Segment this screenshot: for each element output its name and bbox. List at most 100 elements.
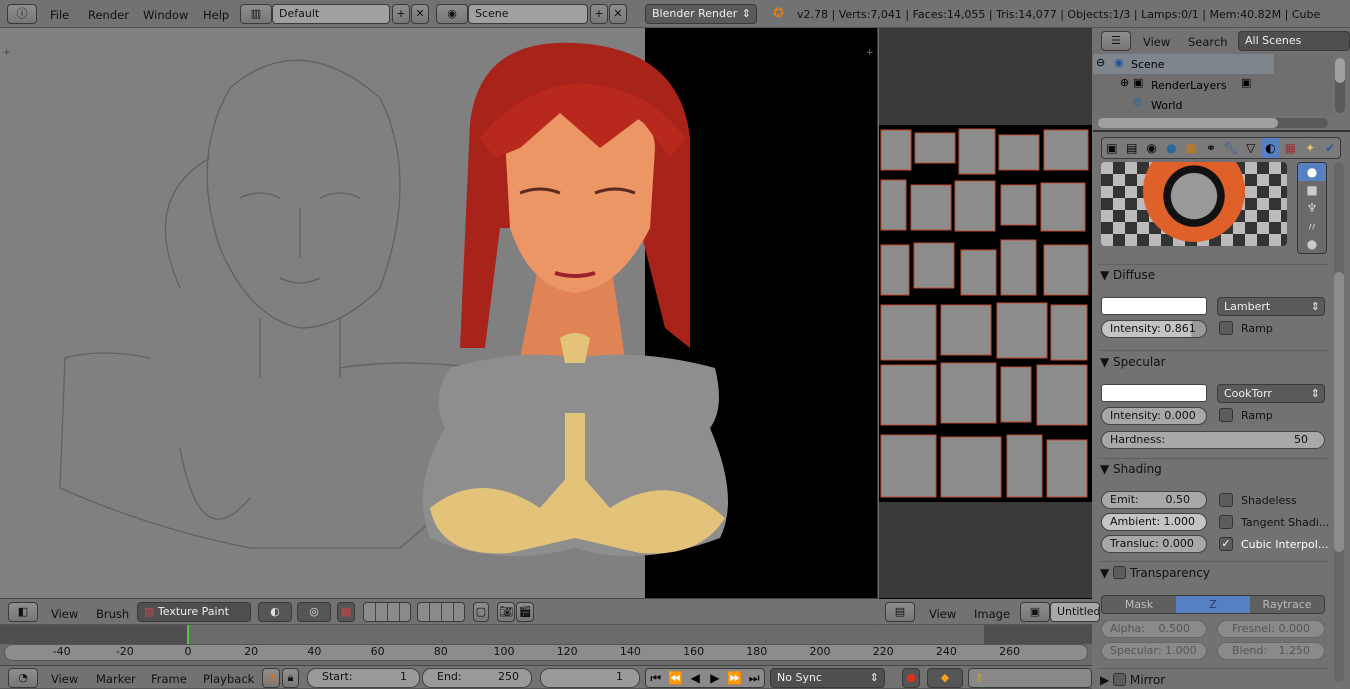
specular-alpha-slider[interactable]: Specular: 1.000 bbox=[1101, 642, 1207, 660]
timeline[interactable] bbox=[0, 625, 1092, 665]
diffuse-intensity-slider[interactable]: Intensity: 0.861 bbox=[1101, 320, 1207, 338]
corner-plus-icon[interactable]: + bbox=[3, 48, 11, 58]
modifier-icon[interactable]: 🔧︎ bbox=[1221, 138, 1241, 158]
image-menu-image[interactable]: Image bbox=[974, 607, 1010, 621]
diffuse-panel-header[interactable]: ▼ Diffuse bbox=[1100, 268, 1328, 282]
render-still-icon[interactable]: 📷︎ bbox=[497, 602, 515, 622]
specular-panel-header[interactable]: ▼ Specular bbox=[1100, 355, 1328, 369]
lock-icon[interactable]: 🔒︎ bbox=[282, 668, 299, 688]
mirror-panel-header[interactable]: ▶ Mirror bbox=[1100, 673, 1328, 687]
viewport-menu-view[interactable]: View bbox=[51, 607, 78, 621]
jump-end-icon[interactable]: ⏭ bbox=[744, 669, 764, 687]
layers-grid-1[interactable] bbox=[363, 602, 411, 622]
ambient-slider[interactable]: Ambient: 1.000 bbox=[1101, 513, 1207, 531]
diffuse-color-swatch[interactable] bbox=[1101, 297, 1207, 315]
physics-icon[interactable]: ✔ bbox=[1320, 138, 1340, 158]
jump-start-icon[interactable]: ⏮ bbox=[646, 669, 666, 687]
info-editor-type-button[interactable]: ⓘ bbox=[7, 4, 37, 24]
shading-panel-header[interactable]: ▼ Shading bbox=[1100, 462, 1328, 476]
render-icon[interactable]: ▣ bbox=[1102, 138, 1122, 158]
corner-plus-icon[interactable]: + bbox=[866, 48, 874, 58]
current-frame-indicator[interactable] bbox=[187, 625, 189, 644]
timeline-menu-playback[interactable]: Playback bbox=[203, 672, 254, 686]
menu-render[interactable]: Render bbox=[88, 8, 129, 22]
play-reverse-icon[interactable]: ◀ bbox=[685, 669, 705, 687]
texture-icon[interactable]: ▦ bbox=[1280, 138, 1300, 158]
keying-set-select[interactable]: ◆ bbox=[927, 668, 963, 688]
diffuse-ramp-checkbox[interactable] bbox=[1219, 321, 1233, 335]
alpha-slider[interactable]: Alpha: 0.500 bbox=[1101, 620, 1207, 638]
mirror-checkbox[interactable] bbox=[1113, 673, 1127, 686]
image-editor-type-button[interactable]: ▤ bbox=[885, 602, 915, 622]
menu-help[interactable]: Help bbox=[203, 8, 229, 22]
add-scene-button[interactable]: + bbox=[590, 4, 608, 24]
object-icon[interactable]: ■ bbox=[1181, 138, 1201, 158]
particles-icon[interactable]: ✦ bbox=[1300, 138, 1320, 158]
sphere-preview-icon[interactable]: ● bbox=[1298, 163, 1326, 181]
transluc-slider[interactable]: Transluc: 0.000 bbox=[1101, 535, 1207, 553]
emit-field[interactable]: Emit: 0.50 bbox=[1101, 491, 1207, 509]
outliner-menu-view[interactable]: View bbox=[1143, 35, 1170, 49]
timeline-menu-frame[interactable]: Frame bbox=[151, 672, 187, 686]
properties-scrollbar[interactable] bbox=[1334, 162, 1344, 682]
layout-field[interactable]: Default bbox=[272, 4, 390, 24]
hair-preview-icon[interactable]: 〃 bbox=[1298, 217, 1326, 235]
sync-select[interactable]: No Sync ⇕ bbox=[770, 668, 885, 688]
specular-color-swatch[interactable] bbox=[1101, 384, 1207, 402]
mode-mask-button[interactable]: Mask bbox=[1102, 596, 1176, 613]
outliner-filter-select[interactable]: All Scenes bbox=[1238, 31, 1350, 51]
material-icon[interactable]: ◐ bbox=[1260, 138, 1281, 158]
transparency-checkbox[interactable] bbox=[1113, 566, 1127, 579]
record-button[interactable]: ● bbox=[902, 668, 920, 688]
end-frame-field[interactable]: End: 250 bbox=[422, 668, 532, 688]
image-browse-button[interactable]: ▣ bbox=[1020, 602, 1050, 622]
mask-icon[interactable]: ▦ bbox=[337, 602, 355, 622]
outliner-item-renderlayers[interactable]: ⊕ ▣ RenderLayers ▣ bbox=[1093, 74, 1274, 94]
menu-window[interactable]: Window bbox=[143, 8, 188, 22]
outliner-item-scene[interactable]: ⊖ ◉ Scene bbox=[1093, 54, 1274, 74]
remove-layout-button[interactable]: ✕ bbox=[411, 4, 429, 24]
pivot-select[interactable]: ◎ bbox=[297, 602, 331, 622]
add-layout-button[interactable]: + bbox=[392, 4, 410, 24]
specular-shader-select[interactable]: CookTorr ⇕ bbox=[1217, 384, 1325, 403]
keying-set-field[interactable]: ⚷ bbox=[968, 668, 1092, 688]
play-icon[interactable]: ▶ bbox=[705, 669, 725, 687]
constraints-icon[interactable]: ⚭ bbox=[1201, 138, 1221, 158]
data-icon[interactable]: ▽ bbox=[1241, 138, 1261, 158]
scene-icon[interactable]: ◉ bbox=[1142, 138, 1162, 158]
timeline-editor-type-button[interactable]: ◔ bbox=[8, 668, 38, 688]
menu-file[interactable]: File bbox=[50, 8, 69, 22]
3d-viewport[interactable]: + + bbox=[0, 28, 878, 598]
collapse-icon[interactable]: ⊖ bbox=[1096, 56, 1105, 69]
start-frame-field[interactable]: Start: 1 bbox=[307, 668, 420, 688]
render-engine-select[interactable]: Blender Render ⇕ bbox=[645, 4, 757, 24]
scene-icon[interactable]: ◉ bbox=[436, 4, 468, 24]
transparency-panel-header[interactable]: ▼ Transparency bbox=[1100, 566, 1328, 580]
viewport-menu-brush[interactable]: Brush bbox=[96, 607, 129, 621]
outliner-editor-type-button[interactable]: ☰ bbox=[1101, 31, 1131, 51]
outliner-vscrollbar[interactable] bbox=[1335, 58, 1345, 113]
outliner-item-world[interactable]: 🌐︎ World bbox=[1093, 94, 1274, 114]
scene-field[interactable]: Scene bbox=[468, 4, 588, 24]
sky-preview-icon[interactable]: ● bbox=[1298, 235, 1326, 253]
layout-icon[interactable]: ▥ bbox=[240, 4, 272, 24]
world-icon[interactable]: ● bbox=[1161, 138, 1181, 158]
expand-icon[interactable]: ⊕ bbox=[1120, 76, 1129, 89]
render-preview-icon[interactable]: ▢ bbox=[473, 602, 489, 622]
image-menu-view[interactable]: View bbox=[929, 607, 956, 621]
next-keyframe-icon[interactable]: ⏩ bbox=[725, 669, 745, 687]
outliner-hscrollbar[interactable] bbox=[1098, 118, 1328, 128]
specular-ramp-checkbox[interactable] bbox=[1219, 408, 1233, 422]
hardness-field[interactable]: Hardness: 50 bbox=[1101, 431, 1325, 449]
mode-raytrace-button[interactable]: Raytrace bbox=[1250, 596, 1324, 613]
timeline-scrollbar[interactable] bbox=[4, 644, 1088, 661]
render-animation-icon[interactable]: 🎬︎ bbox=[516, 602, 534, 622]
blend-slider[interactable]: Blend: 1.250 bbox=[1217, 642, 1325, 660]
cubic-interpolation-checkbox[interactable]: ✓ bbox=[1219, 537, 1233, 551]
editor-type-button[interactable]: ◧ bbox=[8, 602, 38, 622]
cube-preview-icon[interactable]: ■ bbox=[1298, 181, 1326, 199]
mode-z-transparency-button[interactable]: Z Transpare... bbox=[1176, 596, 1250, 613]
render-layers-icon[interactable]: ▤ bbox=[1122, 138, 1142, 158]
timeline-menu-marker[interactable]: Marker bbox=[96, 672, 136, 686]
remove-scene-button[interactable]: ✕ bbox=[609, 4, 627, 24]
